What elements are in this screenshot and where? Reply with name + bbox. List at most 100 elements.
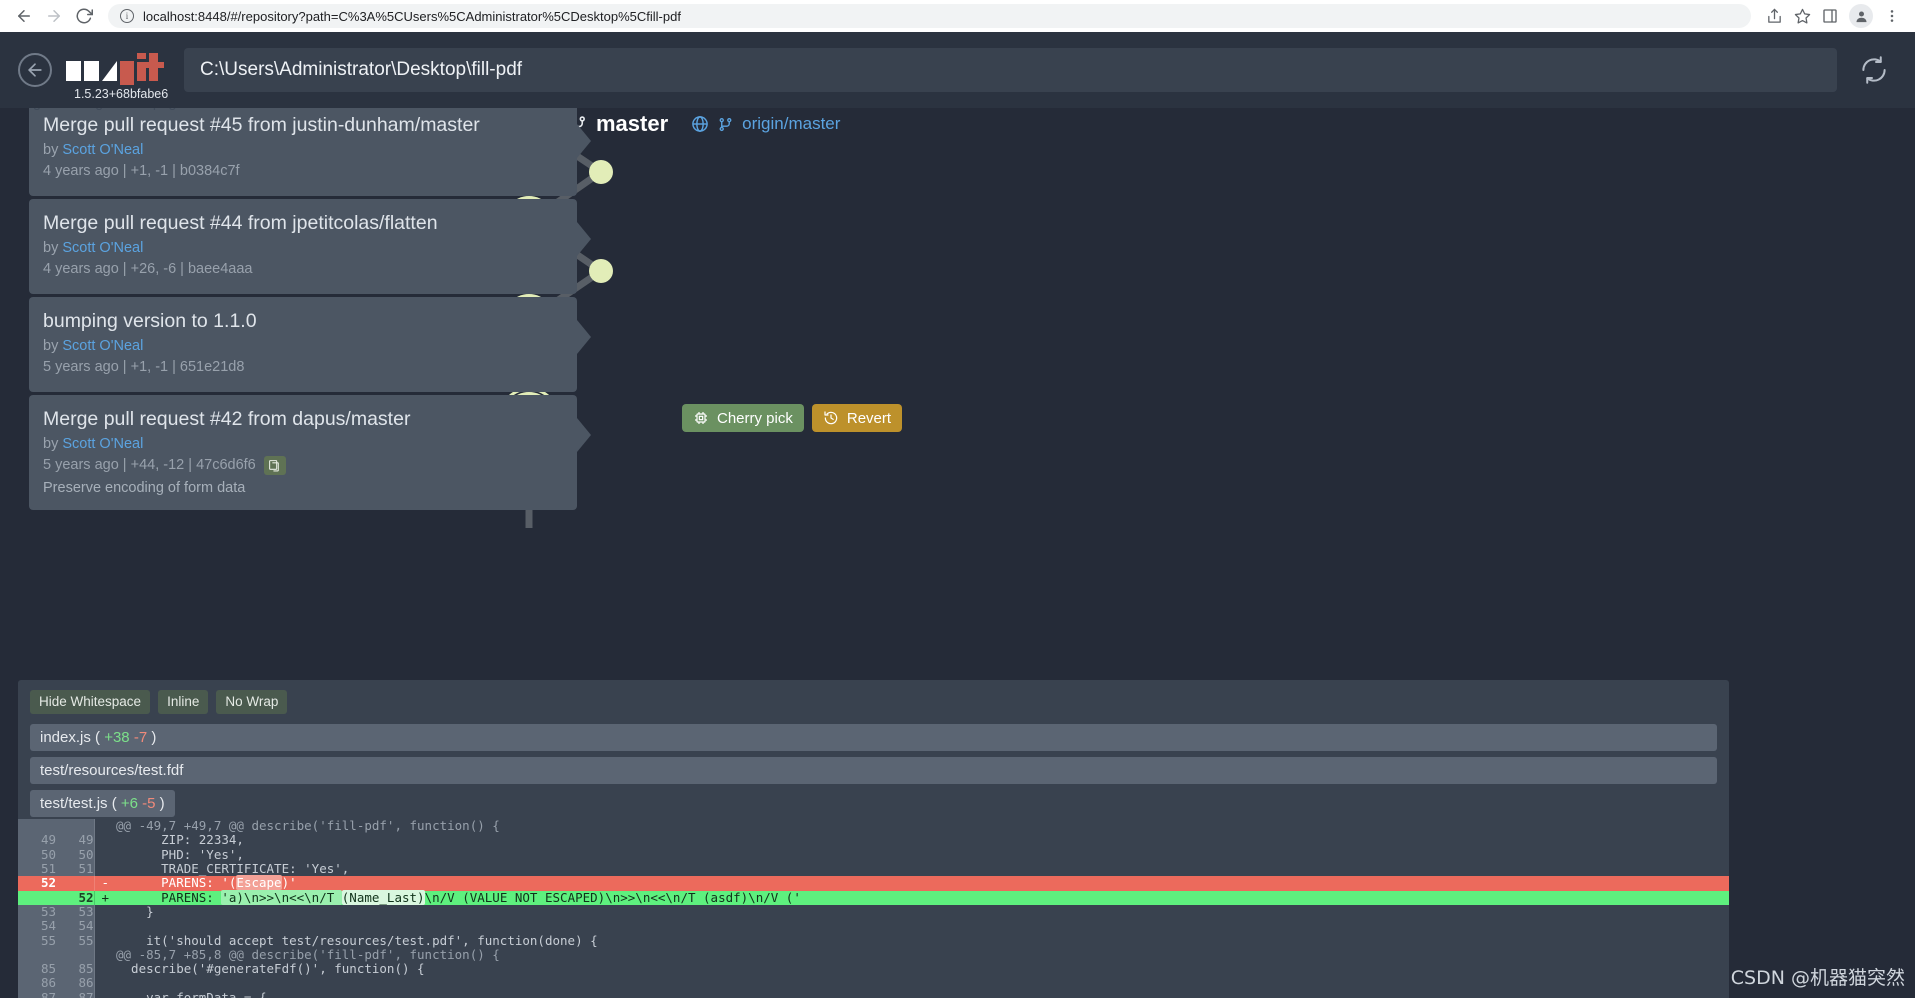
inline-toggle[interactable]: Inline: [158, 690, 209, 715]
commit-meta: 4 years ago | +26, -6 | baee4aaa: [43, 261, 253, 278]
bookmark-star-icon[interactable]: [1789, 3, 1815, 29]
diff-file-header[interactable]: index.js ( +38 -7 ): [30, 724, 1717, 752]
diff-code: ZIP: 22334,: [116, 832, 244, 848]
diff-line-old: [18, 947, 56, 963]
address-bar-url: localhost:8448/#/repository?path=C%3A%5C…: [143, 8, 681, 24]
diff-toolbar: Hide Whitespace Inline No Wrap: [18, 680, 1729, 718]
refresh-icon[interactable]: [1851, 47, 1897, 93]
diff-code: describe('#generateFdf()', function() {: [116, 961, 425, 977]
diff-sign: [93, 904, 116, 920]
revert-label: Revert: [846, 409, 892, 427]
diff-code: @@ -49,7 +49,7 @@ describe('fill-pdf', f…: [116, 818, 500, 834]
commit-date: 4 years ago: [43, 261, 119, 278]
diff-sign: +: [93, 890, 116, 905]
commit-by-prefix: by: [43, 240, 59, 257]
share-icon[interactable]: [1761, 3, 1787, 29]
diff-word-highlight: 'a)\n>>\n<<\n/T: [221, 889, 342, 905]
no-wrap-toggle[interactable]: No Wrap: [216, 690, 288, 715]
diff-file-header[interactable]: test/test.js ( +6 -5 ): [30, 790, 175, 818]
diff-line-new: 50: [56, 847, 94, 863]
commit-by-prefix: by: [43, 142, 59, 159]
graph-node-minor-2[interactable]: [589, 259, 613, 283]
diff-sign: [93, 990, 116, 998]
commit-actions: Cherry pick Revert: [682, 404, 903, 432]
cherry-pick-label: Cherry pick: [717, 409, 793, 427]
branch-label-master[interactable]: master origin/master: [568, 111, 840, 137]
diff-line-new: 86: [56, 976, 94, 991]
diff-code: var formData = {: [116, 989, 267, 998]
diff-code: PARENS: 'a)\n>>\n<<\n/T (Name_Last)\n/V …: [116, 889, 1729, 905]
diff-rows: @@ -49,7 +49,7 @@ describe('fill-pdf', f…: [18, 818, 1729, 998]
commit-author-link[interactable]: Scott O'Neal: [62, 142, 143, 158]
diff-sign: [93, 847, 116, 863]
branch-name-remote[interactable]: origin/master: [742, 114, 840, 134]
commit-card[interactable]: Merge pull request #44 from jpetitcolas/…: [29, 199, 577, 295]
diff-file-removed: -5: [142, 795, 156, 813]
diff-line-old: 87: [18, 990, 56, 998]
three-dot-menu-icon[interactable]: [1879, 3, 1905, 29]
branch-name-local: master: [596, 111, 669, 136]
commit-sha: b0384c7f: [179, 163, 240, 180]
diff-sign: [93, 833, 116, 848]
browser-reload-button[interactable]: [70, 2, 98, 30]
commit-date: 5 years ago: [43, 457, 119, 474]
commit-title: Merge pull request #42 from dapus/master: [43, 408, 411, 430]
browser-back-button[interactable]: [10, 2, 38, 30]
chip-icon: [693, 410, 709, 426]
diff-file-header[interactable]: test/resources/test.fdf: [30, 757, 1717, 785]
diff-line-old: 53: [18, 904, 56, 920]
diff-row-deletion: 52 - PARENS: '(Escape)': [18, 875, 1729, 891]
diff-line-new: [56, 876, 94, 891]
commit-card[interactable]: Merge pull request #42 from dapus/master…: [29, 395, 577, 511]
diff-line-new: 54: [56, 918, 94, 934]
commit-author-link[interactable]: Scott O'Neal: [62, 338, 143, 354]
ungit-logo[interactable]: 1.5.23+68bfabe6: [66, 41, 170, 101]
diff-line-old: 55: [18, 933, 56, 948]
diff-sign: [93, 962, 116, 977]
cherry-pick-button[interactable]: Cherry pick: [682, 404, 804, 432]
graph-node-minor-1[interactable]: [589, 160, 613, 184]
commit-card[interactable]: Merge pull request #45 from justin-dunha…: [29, 108, 577, 197]
diff-file-added: +38: [104, 729, 130, 747]
diff-row-context: 50 50 PHD: 'Yes',: [18, 847, 1729, 863]
revert-button[interactable]: Revert: [811, 404, 903, 432]
commit-title: Merge pull request #44 from jpetitcolas/…: [43, 212, 438, 234]
diff-row-insertion: 52 + PARENS: 'a)\n>>\n<<\n/T (Name_Last)…: [18, 889, 1729, 905]
hide-whitespace-toggle[interactable]: Hide Whitespace: [30, 690, 151, 715]
commit-by-prefix: by: [43, 338, 59, 355]
diff-row-context: 86 86: [18, 976, 1729, 991]
commit-author-link[interactable]: Scott O'Neal: [62, 436, 143, 452]
browser-forward-button[interactable]: [40, 2, 68, 30]
diff-row-context: 54 54: [18, 918, 1729, 934]
diff-file-removed: -7: [133, 729, 148, 747]
diff-line-new: 49: [56, 833, 94, 848]
repository-main: master origin/master Cherry pick Revert …: [0, 108, 1915, 998]
ungit-logo-mark: [66, 53, 164, 85]
app-header: 1.5.23+68bfabe6 C:\Users\Administrator\D…: [0, 32, 1915, 108]
commit-card-arrow: [577, 124, 591, 158]
copy-to-clipboard-icon[interactable]: [263, 456, 286, 476]
commit-stats: +1, -1: [130, 163, 169, 180]
diff-code: it('should accept test/resources/test.pd…: [116, 932, 598, 948]
diff-line-old: 54: [18, 918, 56, 934]
diff-code: [116, 919, 1729, 933]
site-info-icon[interactable]: i: [120, 9, 134, 23]
diff-row-hunk: @@ -49,7 +49,7 @@ describe('fill-pdf', f…: [18, 818, 1729, 834]
app-back-button[interactable]: [18, 53, 52, 87]
commit-title: Merge pull request #45 from justin-dunha…: [43, 114, 480, 136]
side-panel-icon[interactable]: [1817, 3, 1843, 29]
commit-meta: 5 years ago | +44, -12 | 47c6d6f6: [43, 455, 563, 476]
commit-card[interactable]: bumping version to 1.1.0 by Scott O'Neal…: [29, 297, 577, 393]
diff-file-name: index.js: [40, 729, 91, 747]
diff-sign: [93, 933, 116, 948]
profile-avatar-icon[interactable]: [1849, 4, 1873, 28]
diff-line-old: 50: [18, 847, 56, 863]
clock-revert-icon: [823, 410, 839, 426]
commit-title: bumping version to 1.1.0: [43, 310, 257, 332]
diff-line-new: 52: [56, 890, 94, 905]
diff-line-new: [56, 819, 94, 834]
repository-path-field[interactable]: C:\Users\Administrator\Desktop\fill-pdf: [184, 48, 1837, 92]
diff-row-context: 51 51 TRADE_CERTIFICATE: 'Yes',: [18, 861, 1729, 877]
address-bar[interactable]: i localhost:8448/#/repository?path=C%3A%…: [108, 4, 1751, 28]
commit-author-link[interactable]: Scott O'Neal: [62, 240, 143, 256]
